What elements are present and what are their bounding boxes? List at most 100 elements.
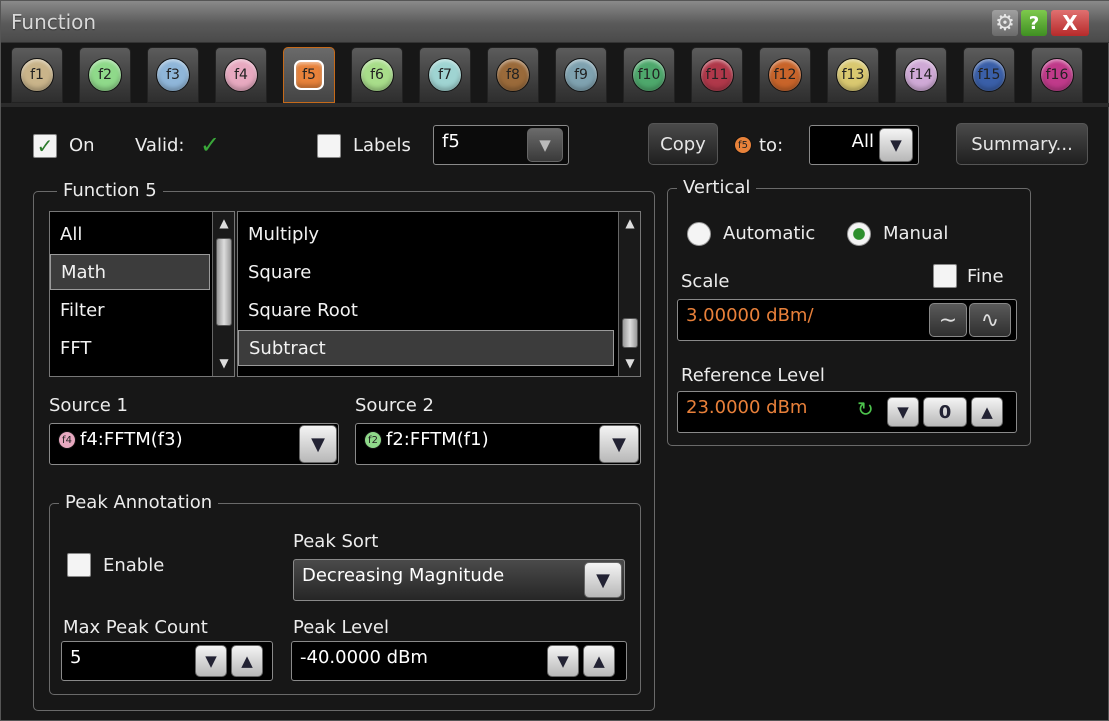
reference-level-down-button[interactable]: ▼: [887, 397, 919, 427]
tab-f15[interactable]: f15: [963, 47, 1015, 103]
function-group-title: Function 5: [57, 180, 163, 201]
scroll-up-icon[interactable]: ▲: [622, 216, 638, 232]
category-list[interactable]: All Math Filter FFT ▲ ▼: [49, 211, 235, 377]
reference-level-value: 23.0000 dBm: [686, 397, 808, 418]
source1-dropdown-button[interactable]: ▼: [299, 425, 337, 463]
category-item[interactable]: FFT: [50, 330, 210, 366]
enable-label: Enable: [103, 555, 165, 576]
peak-sort-label: Peak Sort: [293, 531, 379, 552]
tab-f13[interactable]: f13: [827, 47, 879, 103]
copy-target-dropdown-button[interactable]: ▼: [879, 128, 913, 162]
peak-level-down-button[interactable]: ▼: [547, 645, 579, 677]
operation-item-selected[interactable]: Subtract: [238, 330, 614, 366]
scroll-thumb[interactable]: [216, 238, 232, 326]
f4-badge-icon: f4: [224, 58, 258, 92]
reference-level-up-button[interactable]: ▲: [971, 397, 1003, 427]
copy-button[interactable]: Copy: [648, 123, 718, 165]
gear-icon[interactable]: ⚙: [992, 10, 1018, 36]
fine-checkbox[interactable]: [933, 264, 957, 288]
source2-dropdown-button[interactable]: ▼: [599, 425, 639, 463]
scale-value: 3.00000 dBm/: [686, 305, 814, 326]
on-label: On: [69, 135, 95, 156]
f8-badge-icon: f8: [496, 58, 530, 92]
tab-f6[interactable]: f6: [351, 47, 403, 103]
f1-badge-icon: f1: [20, 58, 54, 92]
tab-f8[interactable]: f8: [487, 47, 539, 103]
title-bar[interactable]: Function ⚙ ? X: [1, 1, 1109, 43]
summary-button[interactable]: Summary...: [956, 123, 1088, 165]
labels-dropdown-button[interactable]: ▼: [527, 128, 563, 162]
category-item[interactable]: Filter: [50, 292, 210, 328]
peak-level-value: -40.0000 dBm: [300, 647, 428, 668]
f2-badge-icon: f2: [364, 431, 382, 449]
operation-scrollbar[interactable]: ▲ ▼: [618, 212, 640, 376]
valid-label: Valid:: [135, 135, 185, 156]
reference-level-label: Reference Level: [681, 365, 825, 386]
fine-wave-icon[interactable]: ∿: [969, 303, 1011, 337]
source2-label: Source 2: [355, 395, 434, 416]
scroll-thumb[interactable]: [622, 318, 638, 348]
source1-select[interactable]: f4 f4:FFTM(f3): [49, 423, 339, 465]
tab-f3[interactable]: f3: [147, 47, 199, 103]
f5-badge-icon: f5: [294, 60, 324, 90]
max-peak-count-down-button[interactable]: ▼: [195, 645, 227, 677]
f2-badge-icon: f2: [88, 58, 122, 92]
automatic-radio[interactable]: [687, 222, 711, 246]
f13-badge-icon: f13: [836, 58, 870, 92]
max-peak-count-up-button[interactable]: ▲: [231, 645, 263, 677]
function-dialog: Function ⚙ ? X f1 f2 f3 f4 f5 f6 f7 f8 f9 f10 f11 f…: [0, 0, 1109, 721]
category-item-selected[interactable]: Math: [50, 254, 210, 290]
tab-f1[interactable]: f1: [11, 47, 63, 103]
valid-check-icon: ✓: [200, 131, 221, 159]
tab-f4[interactable]: f4: [215, 47, 267, 103]
fine-label: Fine: [967, 266, 1004, 287]
window-title: Function: [11, 10, 97, 34]
tab-f12[interactable]: f12: [759, 47, 811, 103]
category-item[interactable]: All: [50, 216, 210, 252]
operation-list[interactable]: Multiply Square Square Root Subtract ▲ ▼: [237, 211, 641, 377]
close-button[interactable]: X: [1051, 10, 1089, 36]
operation-item[interactable]: Square: [238, 254, 616, 290]
tab-f2[interactable]: f2: [79, 47, 131, 103]
f3-badge-icon: f3: [156, 58, 190, 92]
to-label: to:: [759, 135, 784, 156]
peak-sort-value: Decreasing Magnitude: [302, 565, 505, 586]
f14-badge-icon: f14: [904, 58, 938, 92]
enable-checkbox[interactable]: [67, 553, 91, 577]
f9-badge-icon: f9: [564, 58, 598, 92]
category-scrollbar[interactable]: ▲ ▼: [212, 212, 234, 376]
tab-divider: [1, 103, 1109, 107]
peak-level-up-button[interactable]: ▲: [583, 645, 615, 677]
max-peak-count-value: 5: [70, 647, 82, 668]
manual-label: Manual: [883, 223, 949, 244]
peak-annotation-title: Peak Annotation: [59, 492, 219, 513]
f6-badge-icon: f6: [360, 58, 394, 92]
tab-f5[interactable]: f5: [283, 47, 335, 103]
tab-f14[interactable]: f14: [895, 47, 947, 103]
tab-f7[interactable]: f7: [419, 47, 471, 103]
automatic-label: Automatic: [723, 223, 816, 244]
f15-badge-icon: f15: [972, 58, 1006, 92]
copy-target-value: All: [851, 131, 874, 152]
peak-sort-select[interactable]: Decreasing Magnitude: [293, 559, 625, 601]
scroll-down-icon[interactable]: ▼: [622, 356, 638, 372]
operation-item[interactable]: Multiply: [238, 216, 616, 252]
max-peak-count-label: Max Peak Count: [63, 617, 208, 638]
tab-f9[interactable]: f9: [555, 47, 607, 103]
tab-f10[interactable]: f10: [623, 47, 675, 103]
help-button[interactable]: ?: [1021, 10, 1047, 36]
reset-arrow-icon[interactable]: ↻: [857, 397, 874, 421]
tab-f11[interactable]: f11: [691, 47, 743, 103]
operation-item[interactable]: Square Root: [238, 292, 616, 328]
peak-sort-dropdown-button[interactable]: ▼: [584, 562, 622, 598]
coarse-wave-icon[interactable]: ∼: [929, 303, 967, 337]
labels-select-value: f5: [442, 131, 460, 152]
scroll-down-icon[interactable]: ▼: [216, 356, 232, 372]
tab-f16[interactable]: f16: [1031, 47, 1083, 103]
labels-checkbox[interactable]: [317, 134, 341, 158]
vertical-group-title: Vertical: [677, 177, 757, 198]
on-checkbox[interactable]: ✓: [33, 134, 57, 158]
reference-level-zero-button[interactable]: 0: [923, 397, 967, 427]
manual-radio[interactable]: [847, 222, 871, 246]
scroll-up-icon[interactable]: ▲: [216, 216, 232, 232]
